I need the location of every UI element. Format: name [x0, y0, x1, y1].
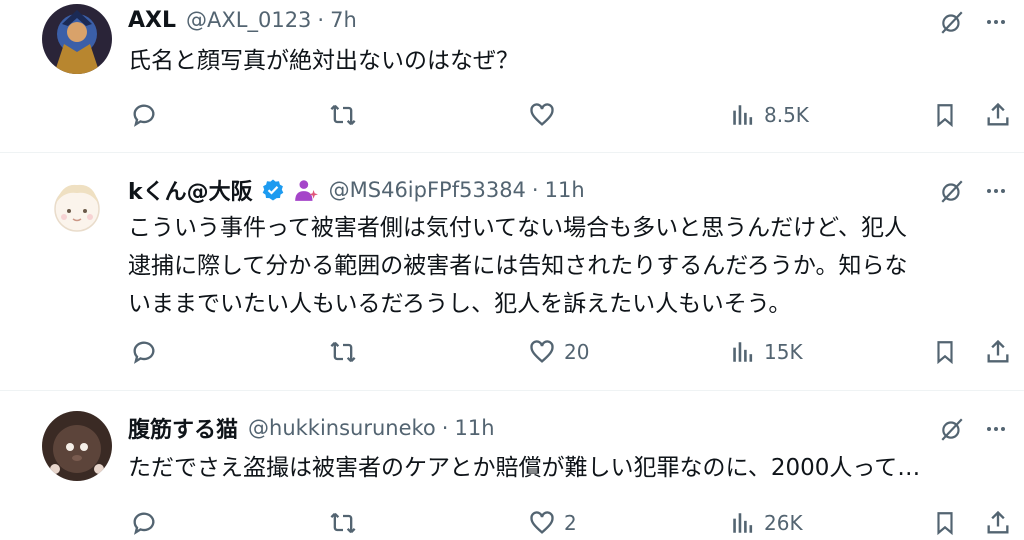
tweet-text: 氏名と顔写真が絶対出ないのはなぜ？: [128, 42, 1008, 80]
views-button[interactable]: 8.5K: [730, 98, 809, 132]
handle[interactable]: @MS46ipFPf53384: [329, 178, 526, 202]
handle[interactable]: @AXL_0123: [186, 8, 311, 32]
like-button[interactable]: [528, 98, 564, 132]
tweet-text: こういう事件って被害者側は気付いてない場合も多いと思うんだけど、犯人 逮捕に際し…: [128, 209, 1008, 323]
tweet-2[interactable]: kくん@大阪 @MS46ipFPf53384 · 11h こういう事件って被害者…: [0, 153, 1024, 389]
avatar-kkun[interactable]: [42, 173, 112, 243]
bookmark-icon: [937, 104, 953, 128]
repost-icon: [330, 341, 356, 363]
views-count: 26K: [764, 511, 803, 535]
share-icon: [987, 510, 1009, 534]
bookmark-button[interactable]: [932, 98, 958, 132]
share-button[interactable]: [984, 335, 1012, 369]
verified-badge-icon: [261, 178, 285, 202]
share-icon: [987, 102, 1009, 126]
grok-slash-icon[interactable]: [936, 175, 968, 207]
reply-button[interactable]: [130, 506, 166, 540]
tweet-text-line: 逮捕に際して分かる範囲の被害者には告知されたりするんだろうか。知らな: [128, 253, 908, 279]
repost-icon: [330, 104, 356, 126]
reply-icon: [133, 104, 155, 127]
tweet-3[interactable]: 腹筋する猫 @hukkinsuruneko · 11h ただでさえ盗撮は被害者の…: [0, 391, 1024, 538]
like-count: 2: [564, 511, 577, 535]
share-button[interactable]: [984, 506, 1012, 540]
reply-button[interactable]: [130, 98, 166, 132]
share-button[interactable]: [984, 98, 1012, 132]
tweet-1[interactable]: AXL @AXL_0123 · 7h 氏名と顔写真が絶対出ないのはなぜ？ 8.5…: [0, 0, 1024, 152]
like-icon: [530, 340, 554, 363]
views-button[interactable]: 15K: [730, 335, 803, 369]
person-sparkle-emoji-icon: [293, 177, 319, 203]
timestamp[interactable]: 11h: [545, 178, 585, 202]
grok-slash-icon[interactable]: [936, 413, 968, 445]
avatar-hukkin[interactable]: [42, 411, 112, 481]
like-count: 20: [564, 340, 590, 364]
tweet-header: kくん@大阪 @MS46ipFPf53384 · 11h: [128, 174, 585, 206]
repost-button[interactable]: [328, 506, 366, 540]
bookmark-icon: [937, 341, 953, 365]
share-icon: [987, 339, 1009, 363]
bookmark-button[interactable]: [932, 506, 958, 540]
grok-slash-icon[interactable]: [936, 6, 968, 38]
avatar-axl[interactable]: [42, 4, 112, 74]
repost-button[interactable]: [328, 335, 366, 369]
timestamp[interactable]: 11h: [454, 416, 494, 440]
more-icon[interactable]: [980, 6, 1012, 38]
like-button[interactable]: 2: [528, 506, 577, 540]
tweet-text: ただでさえ盗撮は被害者のケアとか賠償が難しい犯罪なのに、2000人って…: [128, 449, 1008, 487]
reply-icon: [133, 341, 155, 364]
reply-button[interactable]: [130, 335, 166, 369]
timestamp[interactable]: 7h: [330, 8, 357, 32]
display-name[interactable]: AXL: [128, 8, 176, 33]
tweet-text-line: ただでさえ盗撮は被害者のケアとか賠償が難しい犯罪なのに、2000人って…: [128, 455, 921, 481]
bookmark-button[interactable]: [932, 335, 958, 369]
bookmark-icon: [937, 512, 953, 536]
views-icon: [733, 105, 753, 125]
like-icon: [530, 103, 554, 126]
repost-button[interactable]: [328, 98, 366, 132]
views-icon: [733, 513, 753, 533]
tweet-header: AXL @AXL_0123 · 7h: [128, 7, 357, 33]
reply-icon: [133, 512, 155, 535]
views-count: 15K: [764, 340, 803, 364]
views-icon: [733, 342, 753, 362]
handle[interactable]: @hukkinsuruneko: [248, 416, 436, 440]
tweet-header: 腹筋する猫 @hukkinsuruneko · 11h: [128, 412, 495, 444]
display-name[interactable]: 腹筋する猫: [128, 412, 238, 444]
like-button[interactable]: 20: [528, 335, 589, 369]
tweet-text-line: 氏名と顔写真が絶対出ないのはなぜ？: [128, 48, 519, 74]
display-name[interactable]: kくん@大阪: [128, 174, 253, 206]
repost-icon: [330, 512, 356, 534]
tweet-text-line: いままでいたい人もいるだろうし、犯人を訴えたい人もいそう。: [128, 291, 792, 317]
views-button[interactable]: 26K: [730, 506, 803, 540]
tweet-text-line: こういう事件って被害者側は気付いてない場合も多いと思うんだけど、犯人: [128, 215, 908, 241]
more-icon[interactable]: [980, 413, 1012, 445]
views-count: 8.5K: [764, 103, 809, 127]
like-icon: [530, 511, 554, 534]
more-icon[interactable]: [980, 175, 1012, 207]
